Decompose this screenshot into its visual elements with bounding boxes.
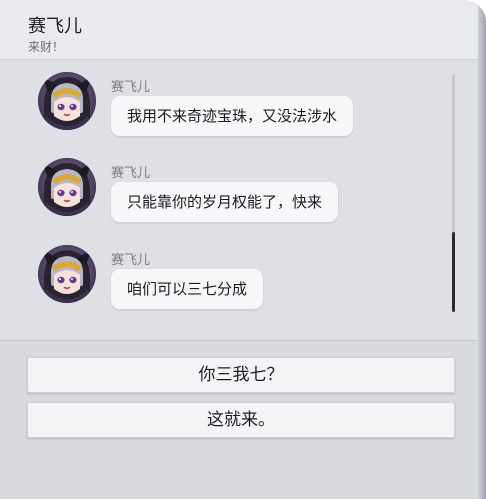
sender-name: 赛飞儿 [111,80,151,95]
contact-signature: 来财！ [28,40,65,54]
avatar[interactable] [38,158,96,216]
scrollbar-thumb[interactable] [452,232,455,312]
message-bubble: 我用不来奇迹宝珠，又没法涉水 [111,96,354,136]
message-list[interactable]: 赛飞儿 我用不来奇迹宝珠，又没法涉水 赛飞儿 只能靠你的岁月权能了，快来 赛飞儿… [0,60,478,340]
window-edge [478,0,486,499]
chat-header: 赛飞儿 来财！ [0,0,478,60]
avatar-portrait-icon [38,158,96,216]
message-bubble: 咱们可以三七分成 [111,269,264,309]
avatar[interactable] [38,72,96,130]
sender-name: 赛飞儿 [111,166,151,181]
avatar-portrait-icon [38,72,96,130]
chat-window: 赛飞儿 来财！ 赛飞儿 我用不来奇迹宝珠，又没法涉水 赛飞儿 只能靠你的岁月权能… [0,0,486,499]
reply-options-panel: 你三我七？ 这就来。 [0,341,478,499]
reply-option-button[interactable]: 这就来。 [27,402,455,438]
contact-name: 赛飞儿 [28,16,82,37]
avatar[interactable] [38,245,96,303]
message-bubble: 只能靠你的岁月权能了，快来 [111,182,339,222]
avatar-portrait-icon [38,245,96,303]
reply-option-button[interactable]: 你三我七？ [27,357,455,393]
sender-name: 赛飞儿 [111,253,151,268]
